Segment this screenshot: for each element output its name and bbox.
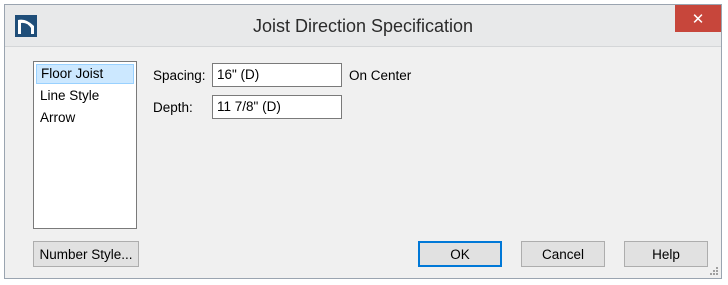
depth-label: Depth: — [153, 100, 193, 115]
category-list[interactable]: Floor Joist Line Style Arrow — [33, 61, 137, 229]
list-item-arrow[interactable]: Arrow — [36, 108, 134, 128]
close-icon: ✕ — [691, 10, 705, 28]
list-item-floor-joist[interactable]: Floor Joist — [36, 64, 134, 84]
close-button[interactable]: ✕ — [675, 5, 721, 32]
depth-input[interactable]: 11 7/8" (D) — [212, 95, 342, 119]
spacing-suffix: On Center — [349, 68, 412, 83]
dialog-window: Joist Direction Specification ✕ Floor Jo… — [4, 4, 722, 279]
number-style-button[interactable]: Number Style... — [33, 241, 139, 267]
dialog-title: Joist Direction Specification — [252, 16, 474, 36]
list-item-line-style[interactable]: Line Style — [36, 86, 134, 106]
help-button[interactable]: Help — [624, 241, 708, 267]
spacing-label: Spacing: — [153, 68, 206, 83]
ok-button[interactable]: OK — [418, 241, 502, 267]
spacing-input[interactable]: 16" (D) — [212, 63, 342, 87]
resize-grip-icon[interactable] — [708, 265, 718, 275]
cancel-button[interactable]: Cancel — [521, 241, 605, 267]
title-bar[interactable]: Joist Direction Specification ✕ — [5, 5, 721, 47]
